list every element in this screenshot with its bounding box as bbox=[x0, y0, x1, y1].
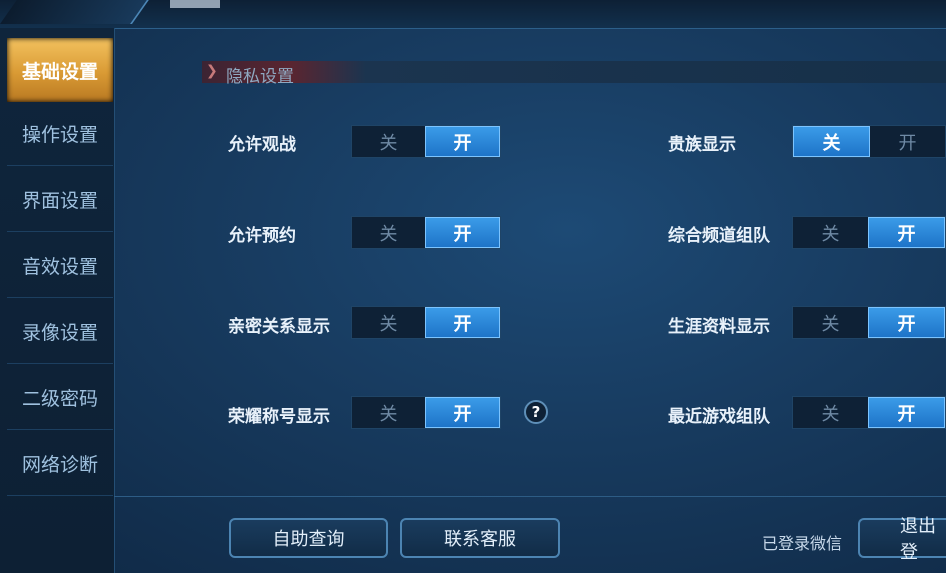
help-icon[interactable]: ? bbox=[524, 400, 548, 424]
sidebar: 基础设置 操作设置 界面设置 音效设置 录像设置 二级密码 网络诊断 bbox=[0, 28, 115, 573]
toggle-on-option[interactable]: 开 bbox=[425, 126, 500, 157]
allow-reserve-label: 允许预约 bbox=[228, 226, 296, 246]
sidebar-item-basic[interactable]: 基础设置 bbox=[7, 38, 113, 102]
toggle-on-option[interactable]: 开 bbox=[425, 307, 500, 338]
career-display-toggle[interactable]: 关 开 bbox=[792, 306, 946, 339]
self-service-button[interactable]: 自助查询 bbox=[229, 518, 388, 558]
toggle-off-option[interactable]: 关 bbox=[793, 397, 868, 428]
channel-team-toggle[interactable]: 关 开 bbox=[792, 216, 946, 249]
sidebar-item-password[interactable]: 二级密码 bbox=[7, 366, 113, 430]
honor-title-label: 荣耀称号显示 bbox=[228, 407, 330, 427]
divider bbox=[114, 496, 946, 497]
honor-title-toggle[interactable]: 关 开 bbox=[351, 396, 501, 429]
career-display-label: 生涯资料显示 bbox=[668, 317, 770, 337]
title-fragment bbox=[170, 0, 220, 8]
back-button[interactable] bbox=[0, 0, 154, 24]
recent-team-toggle[interactable]: 关 开 bbox=[792, 396, 946, 429]
chevron-right-icon: ❯ bbox=[206, 63, 218, 79]
allow-watch-toggle[interactable]: 关 开 bbox=[351, 125, 501, 158]
section-header: ❯ 隐私设置 bbox=[202, 61, 946, 87]
toggle-on-option[interactable]: 开 bbox=[868, 217, 945, 248]
allow-reserve-toggle[interactable]: 关 开 bbox=[351, 216, 501, 249]
toggle-on-option[interactable]: 开 bbox=[425, 397, 500, 428]
top-bar bbox=[0, 0, 946, 29]
noble-display-toggle[interactable]: 关 开 bbox=[792, 125, 946, 158]
intimate-display-toggle[interactable]: 关 开 bbox=[351, 306, 501, 339]
toggle-off-option[interactable]: 关 bbox=[793, 217, 868, 248]
toggle-on-option[interactable]: 开 bbox=[868, 307, 945, 338]
toggle-off-option[interactable]: 关 bbox=[352, 126, 425, 157]
toggle-on-option[interactable]: 开 bbox=[870, 126, 945, 157]
toggle-off-option[interactable]: 关 bbox=[352, 307, 425, 338]
toggle-off-option[interactable]: 关 bbox=[793, 126, 870, 157]
channel-team-label: 综合频道组队 bbox=[668, 226, 770, 246]
recent-team-label: 最近游戏组队 bbox=[668, 407, 770, 427]
logout-button[interactable]: 退出登 bbox=[858, 516, 946, 563]
sidebar-item-controls[interactable]: 操作设置 bbox=[7, 102, 113, 166]
sidebar-item-sound[interactable]: 音效设置 bbox=[7, 234, 113, 298]
sidebar-item-interface[interactable]: 界面设置 bbox=[7, 168, 113, 232]
toggle-off-option[interactable]: 关 bbox=[793, 307, 868, 338]
toggle-off-option[interactable]: 关 bbox=[352, 217, 425, 248]
noble-display-label: 贵族显示 bbox=[668, 135, 736, 155]
allow-watch-label: 允许观战 bbox=[228, 135, 296, 155]
sidebar-item-network[interactable]: 网络诊断 bbox=[7, 432, 113, 496]
sidebar-item-replay[interactable]: 录像设置 bbox=[7, 300, 113, 364]
login-status: 已登录微信 bbox=[762, 534, 843, 553]
intimate-display-label: 亲密关系显示 bbox=[228, 317, 330, 337]
toggle-on-option[interactable]: 开 bbox=[868, 397, 945, 428]
contact-service-button[interactable]: 联系客服 bbox=[400, 518, 560, 558]
toggle-off-option[interactable]: 关 bbox=[352, 397, 425, 428]
section-title: 隐私设置 bbox=[226, 67, 294, 87]
toggle-on-option[interactable]: 开 bbox=[425, 217, 500, 248]
